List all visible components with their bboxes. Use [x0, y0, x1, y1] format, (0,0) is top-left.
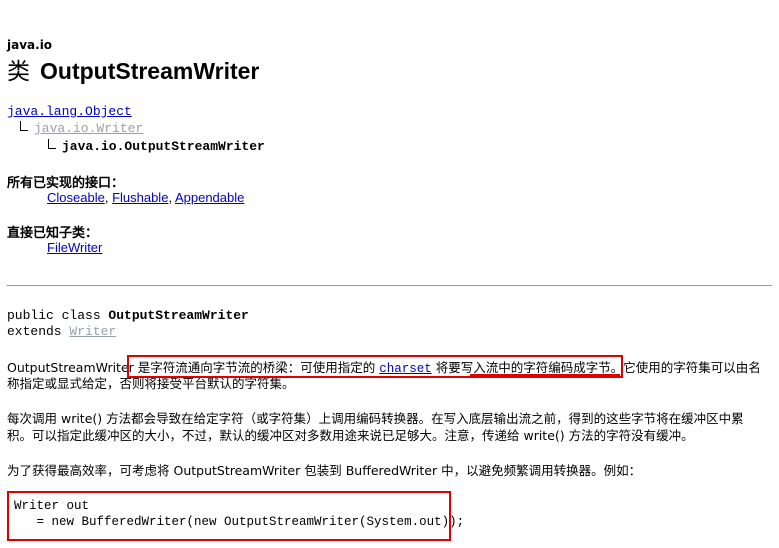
extends-writer-link[interactable]: Writer	[69, 324, 116, 339]
code-line-2: = new BufferedWriter(new OutputStreamWri…	[14, 515, 465, 529]
tree-branch-icon	[20, 121, 28, 131]
hierarchy-current: java.io.OutputStreamWriter	[48, 139, 265, 154]
title-class-name: OutputStreamWriter	[40, 58, 260, 84]
hierarchy-current-name: java.io.OutputStreamWriter	[62, 139, 265, 154]
hierarchy-parent-link[interactable]: java.io.Writer	[34, 121, 143, 136]
hierarchy-root: java.lang.Object	[7, 104, 132, 119]
highlight-underline	[470, 374, 620, 377]
subclasses-list: FileWriter	[47, 240, 102, 255]
class-extends: extends Writer	[7, 324, 117, 339]
package-name: java.io	[7, 38, 53, 52]
interfaces-heading: 所有已实现的接口：	[7, 176, 125, 191]
section-divider	[7, 285, 772, 286]
declaration-class-name: OutputStreamWriter	[108, 308, 249, 323]
subclass-link-filewriter[interactable]: FileWriter	[47, 240, 102, 255]
code-line-1: Writer out	[14, 499, 90, 513]
description-para2-line1: 每次调用 write() 方法都会导致在给定字符（或字符集）上调用编码转换器。在…	[7, 411, 744, 426]
tree-branch-icon	[48, 139, 56, 149]
description-para3: 为了获得最高效率，可考虑将 OutputStreamWriter 包装到 Buf…	[7, 463, 642, 478]
subclasses-heading: 直接已知子类：	[7, 226, 99, 241]
interface-link-closeable[interactable]: Closeable	[47, 190, 105, 205]
interface-link-appendable[interactable]: Appendable	[175, 190, 244, 205]
title-kind: 类	[7, 59, 30, 85]
hierarchy-parent: java.io.Writer	[20, 121, 143, 136]
hierarchy-root-link[interactable]: java.lang.Object	[7, 104, 132, 119]
page-title: 类 OutputStreamWriter	[7, 57, 259, 86]
description-para2-line2: 积。可以指定此缓冲区的大小，不过，默认的缓冲区对多数用途来说已足够大。注意，传递…	[7, 428, 694, 443]
class-declaration: public class OutputStreamWriter	[7, 308, 249, 323]
interfaces-list: Closeable, Flushable, Appendable	[47, 190, 245, 205]
interface-link-flushable[interactable]: Flushable	[112, 190, 168, 205]
